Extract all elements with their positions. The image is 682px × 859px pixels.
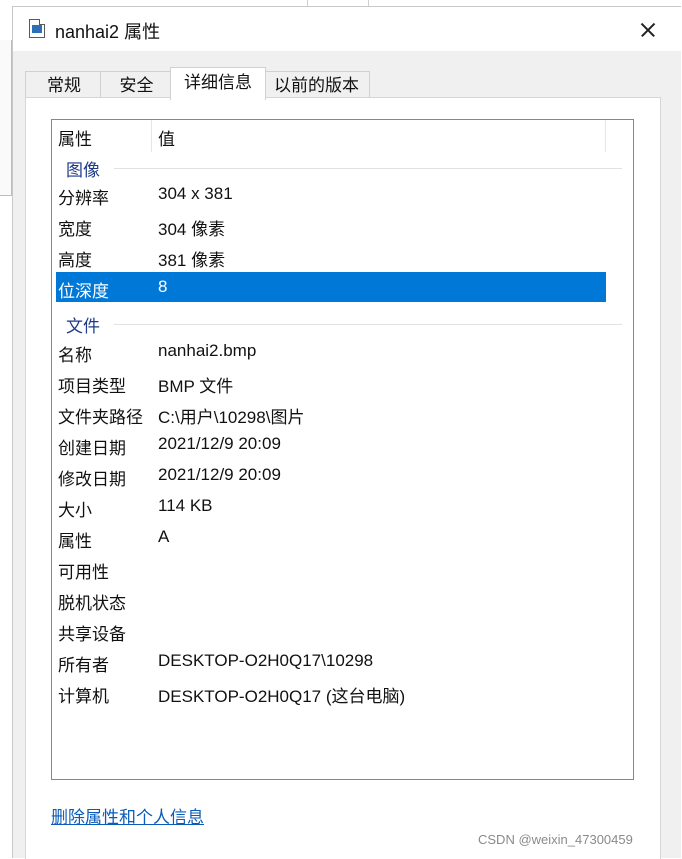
tab-general[interactable]: 常规	[25, 71, 103, 99]
group-divider-line	[114, 168, 622, 169]
property-value: C:\用户\10298\图片	[158, 408, 305, 427]
background-window-edge	[0, 40, 12, 196]
property-value: 381 像素	[158, 251, 226, 270]
detail-row-name[interactable]: 名称 nanhai2.bmp	[56, 336, 606, 366]
detail-row-height[interactable]: 高度 381 像素	[56, 241, 606, 271]
property-value: 304 x 381	[158, 184, 233, 203]
property-name: 属性	[58, 532, 92, 551]
detail-row-date-created[interactable]: 创建日期 2021/12/9 20:09	[56, 429, 606, 459]
property-value: 8	[158, 277, 168, 296]
window-title: nanhai2 属性	[55, 22, 161, 42]
detail-row-attributes[interactable]: 属性 A	[56, 522, 606, 552]
property-name: 宽度	[58, 220, 92, 239]
detail-row-folder-path[interactable]: 文件夹路径 C:\用户\10298\图片	[56, 398, 606, 428]
property-value: DESKTOP-O2H0Q17\10298	[158, 651, 374, 670]
detail-row-availability[interactable]: 可用性	[56, 553, 606, 583]
properties-dialog: nanhai2 属性 常规 安全 详细信息 以前的版本 属性 值 图像 分辨率 …	[12, 6, 681, 859]
details-panel: 属性 值 图像 分辨率 304 x 381 宽度 304 像素 高度 381 像…	[25, 97, 661, 859]
column-header-property[interactable]: 属性	[58, 125, 92, 150]
property-name: 项目类型	[58, 377, 126, 396]
property-name: 创建日期	[58, 439, 126, 458]
property-name: 高度	[58, 251, 92, 270]
property-value: nanhai2.bmp	[158, 341, 257, 360]
property-value: DESKTOP-O2H0Q17 (这台电脑)	[158, 687, 406, 706]
property-name: 修改日期	[58, 470, 126, 489]
group-header-file[interactable]: 文件	[52, 312, 633, 337]
property-value: 304 像素	[158, 220, 226, 239]
property-name: 名称	[58, 346, 92, 365]
detail-row-owner[interactable]: 所有者 DESKTOP-O2H0Q17\10298	[56, 646, 606, 676]
detail-row-offline-status[interactable]: 脱机状态	[56, 584, 606, 614]
detail-row-bit-depth[interactable]: 位深度 8	[56, 272, 606, 302]
group-divider-line	[114, 324, 622, 325]
tab-details[interactable]: 详细信息	[170, 67, 266, 100]
property-name: 分辨率	[58, 189, 109, 208]
detail-row-resolution[interactable]: 分辨率 304 x 381	[56, 179, 606, 209]
close-icon[interactable]	[633, 15, 663, 45]
tab-security[interactable]: 安全	[100, 71, 173, 99]
property-value: 114 KB	[158, 496, 213, 515]
column-divider[interactable]	[605, 120, 606, 152]
remove-properties-link[interactable]: 删除属性和个人信息	[51, 803, 204, 828]
property-name: 共享设备	[58, 625, 126, 644]
property-value: 2021/12/9 20:09	[158, 465, 281, 484]
detail-row-item-type[interactable]: 项目类型 BMP 文件	[56, 367, 606, 397]
group-header-image[interactable]: 图像	[52, 156, 633, 181]
tab-strip: 常规 安全 详细信息 以前的版本	[13, 67, 681, 100]
group-label: 图像	[66, 156, 106, 181]
property-value: BMP 文件	[158, 377, 234, 396]
property-value: A	[158, 527, 170, 546]
detail-row-width[interactable]: 宽度 304 像素	[56, 210, 606, 240]
column-header-value[interactable]: 值	[158, 125, 175, 150]
detail-row-date-modified[interactable]: 修改日期 2021/12/9 20:09	[56, 460, 606, 490]
property-name: 位深度	[58, 282, 109, 301]
bitmap-file-icon	[29, 19, 45, 38]
detail-row-computer[interactable]: 计算机 DESKTOP-O2H0Q17 (这台电脑)	[56, 677, 606, 707]
property-name: 可用性	[58, 563, 109, 582]
detail-row-size[interactable]: 大小 114 KB	[56, 491, 606, 521]
property-value: 2021/12/9 20:09	[158, 434, 281, 453]
tab-previous-versions[interactable]: 以前的版本	[263, 71, 370, 99]
column-header-row: 属性 值	[52, 120, 633, 152]
watermark-text: CSDN @weixin_47300459	[478, 832, 633, 847]
title-bar[interactable]: nanhai2 属性	[13, 7, 681, 51]
group-label: 文件	[66, 312, 106, 337]
property-name: 大小	[58, 501, 92, 520]
detail-row-shared-with[interactable]: 共享设备	[56, 615, 606, 645]
property-name: 脱机状态	[58, 594, 126, 613]
details-list[interactable]: 属性 值 图像 分辨率 304 x 381 宽度 304 像素 高度 381 像…	[51, 119, 634, 780]
column-divider[interactable]	[151, 120, 152, 152]
property-name: 计算机	[58, 687, 109, 706]
property-name: 文件夹路径	[58, 408, 143, 427]
property-name: 所有者	[58, 656, 109, 675]
